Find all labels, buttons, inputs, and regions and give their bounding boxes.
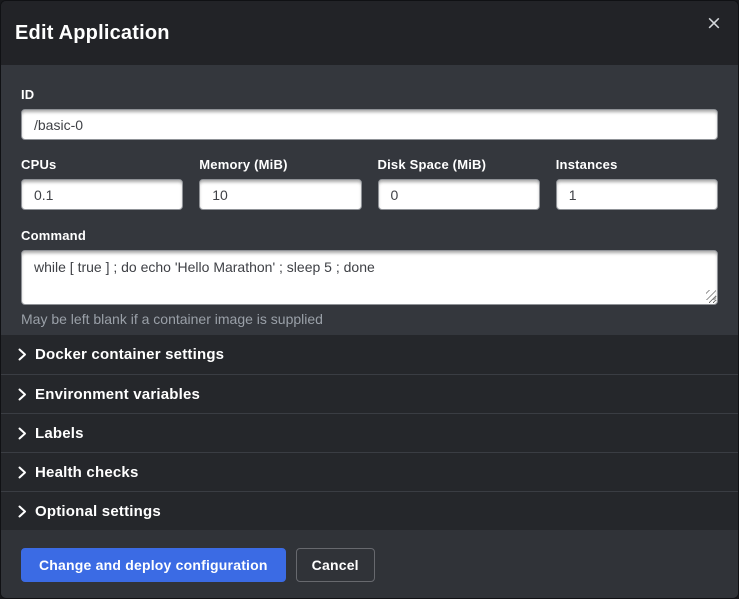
resources-row: CPUs Memory (MiB) Disk Space (MiB) Insta… [21, 157, 718, 210]
section-label: Optional settings [35, 503, 161, 520]
chevron-right-icon [18, 427, 27, 440]
disk-field-group: Disk Space (MiB) [378, 157, 540, 210]
cpus-label: CPUs [21, 157, 183, 172]
modal-footer: Change and deploy configuration Cancel [1, 530, 738, 599]
memory-input[interactable] [199, 179, 361, 210]
cpus-input[interactable] [21, 179, 183, 210]
section-optional-settings[interactable]: Optional settings [1, 491, 738, 530]
edit-application-form: ID CPUs Memory (MiB) Disk Space (MiB) In… [1, 65, 738, 335]
command-label: Command [21, 228, 718, 243]
id-input[interactable] [21, 109, 718, 140]
modal-header: Edit Application × [1, 1, 738, 65]
section-label: Environment variables [35, 386, 200, 403]
memory-label: Memory (MiB) [199, 157, 361, 172]
chevron-right-icon [18, 348, 27, 361]
memory-field-group: Memory (MiB) [199, 157, 361, 210]
cancel-button[interactable]: Cancel [296, 548, 375, 582]
section-environment-variables[interactable]: Environment variables [1, 374, 738, 413]
section-label: Docker container settings [35, 346, 224, 363]
disk-input[interactable] [378, 179, 540, 210]
disk-label: Disk Space (MiB) [378, 157, 540, 172]
close-icon[interactable]: × [702, 11, 726, 35]
section-label: Health checks [35, 464, 138, 481]
command-textarea[interactable]: while [ true ] ; do echo 'Hello Marathon… [21, 250, 718, 305]
section-label: Labels [35, 425, 84, 442]
command-field-group: Command while [ true ] ; do echo 'Hello … [21, 228, 718, 327]
collapsible-sections: Docker container settings Environment va… [1, 335, 738, 530]
chevron-right-icon [18, 388, 27, 401]
instances-input[interactable] [556, 179, 718, 210]
section-health-checks[interactable]: Health checks [1, 452, 738, 491]
id-label: ID [21, 87, 718, 102]
command-help-text: May be left blank if a container image i… [21, 311, 718, 327]
section-labels[interactable]: Labels [1, 413, 738, 452]
chevron-right-icon [18, 466, 27, 479]
cpus-field-group: CPUs [21, 157, 183, 210]
instances-field-group: Instances [556, 157, 718, 210]
modal-title: Edit Application [15, 22, 170, 45]
section-docker-container-settings[interactable]: Docker container settings [1, 335, 738, 374]
chevron-right-icon [18, 505, 27, 518]
change-and-deploy-button[interactable]: Change and deploy configuration [21, 548, 286, 582]
instances-label: Instances [556, 157, 718, 172]
edit-application-modal: Edit Application × ID CPUs Memory (MiB) … [0, 0, 739, 599]
id-field-group: ID [21, 87, 718, 140]
